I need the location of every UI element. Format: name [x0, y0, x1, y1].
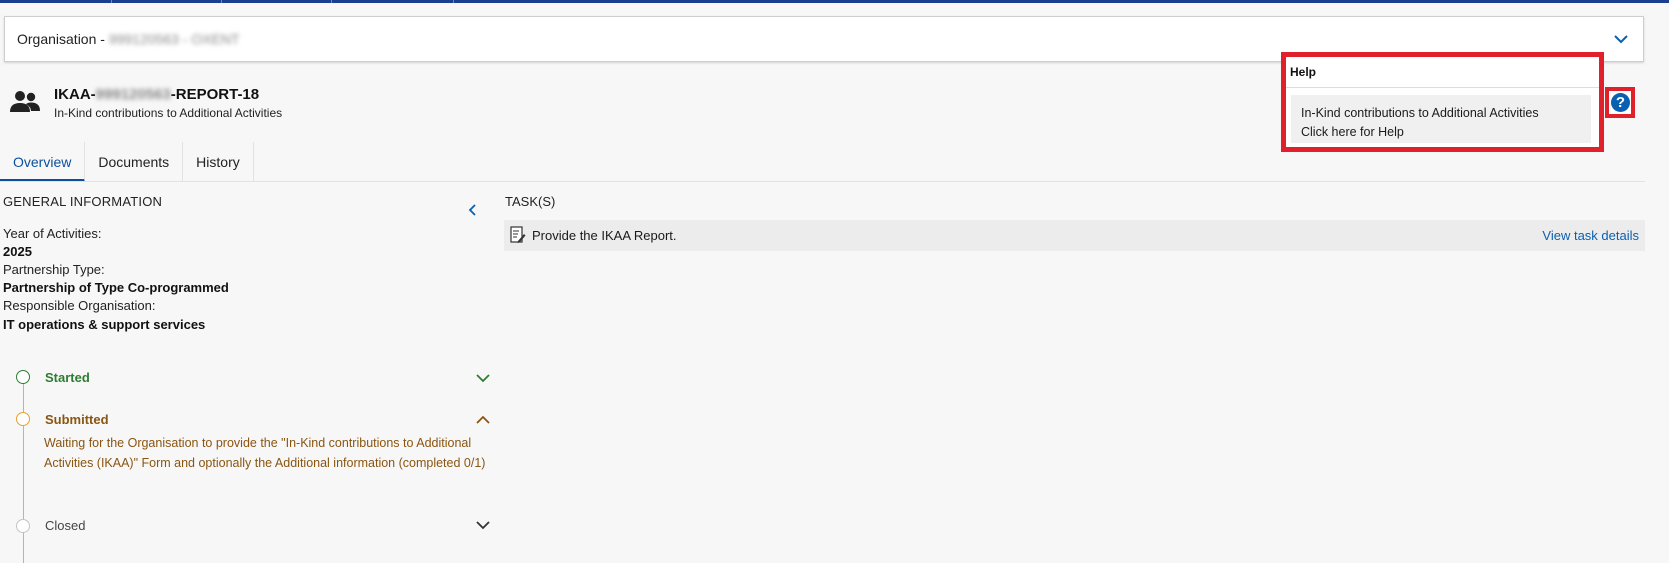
- chevron-up-icon[interactable]: [476, 415, 490, 425]
- chevron-down-icon[interactable]: [1611, 29, 1631, 49]
- help-popup: Help In-Kind contributions to Additional…: [1281, 52, 1604, 152]
- year-label: Year of Activities:: [3, 226, 102, 241]
- help-divider: [1286, 87, 1599, 88]
- status-started-icon: [16, 370, 30, 384]
- responsible-org-label: Responsible Organisation:: [3, 298, 156, 313]
- top-bar-divider: [331, 0, 332, 3]
- edit-document-icon: [510, 226, 526, 243]
- year-value: 2025: [3, 244, 32, 259]
- status-submitted-icon: [16, 412, 30, 426]
- report-subtitle: In-Kind contributions to Additional Acti…: [54, 106, 283, 120]
- status-submitted-description: Waiting for the Organisation to provide …: [44, 436, 486, 470]
- tab-documents[interactable]: Documents: [85, 142, 184, 182]
- organisation-prefix: Organisation -: [17, 31, 109, 47]
- report-title-prefix: IKAA-: [54, 86, 96, 103]
- report-title-suffix: -REPORT-18: [170, 86, 260, 103]
- help-button-highlight: ?: [1605, 87, 1635, 118]
- help-link[interactable]: Click here for Help: [1301, 125, 1404, 139]
- chevron-down-icon[interactable]: [476, 373, 490, 383]
- help-question-icon[interactable]: ?: [1611, 93, 1630, 112]
- chevron-down-icon[interactable]: [476, 520, 490, 530]
- tab-overview[interactable]: Overview: [0, 142, 86, 182]
- partnership-type-label: Partnership Type:: [3, 262, 105, 277]
- report-title: IKAA-999120563-REPORT-18: [54, 86, 259, 103]
- top-accent-bar: [0, 0, 1669, 3]
- help-title: Help: [1290, 65, 1317, 79]
- tasks-title: TASK(S): [505, 194, 556, 209]
- timeline-line: [23, 377, 24, 563]
- top-bar-divider: [111, 0, 112, 3]
- status-closed: Closed: [45, 518, 86, 533]
- top-bar-divider: [221, 0, 222, 3]
- view-task-details-link[interactable]: View task details: [1542, 228, 1639, 243]
- status-started: Started: [45, 370, 90, 385]
- tab-bar: Overview Documents History: [0, 142, 254, 182]
- report-title-redacted: 999120563: [95, 86, 171, 103]
- chevron-left-icon[interactable]: [466, 203, 480, 217]
- partnership-type-value: Partnership of Type Co-programmed: [3, 280, 229, 295]
- top-bar-divider: [453, 0, 454, 3]
- task-row: Provide the IKAA Report. View task detai…: [504, 220, 1645, 251]
- help-topic: In-Kind contributions to Additional Acti…: [1301, 106, 1539, 120]
- organisation-label: Organisation - 999120563 - OXENT: [17, 31, 240, 47]
- general-information-title: GENERAL INFORMATION: [3, 194, 163, 209]
- help-link-box[interactable]: In-Kind contributions to Additional Acti…: [1291, 95, 1591, 143]
- status-closed-icon: [16, 519, 30, 533]
- responsible-org-value: IT operations & support services: [3, 317, 206, 332]
- status-submitted: Submitted: [45, 412, 109, 427]
- people-icon: [10, 91, 40, 112]
- task-description: Provide the IKAA Report.: [532, 228, 677, 243]
- tabs-divider: [0, 181, 1645, 182]
- tab-history[interactable]: History: [183, 142, 254, 182]
- organisation-redacted-id: 999120563 - OXENT: [108, 31, 240, 47]
